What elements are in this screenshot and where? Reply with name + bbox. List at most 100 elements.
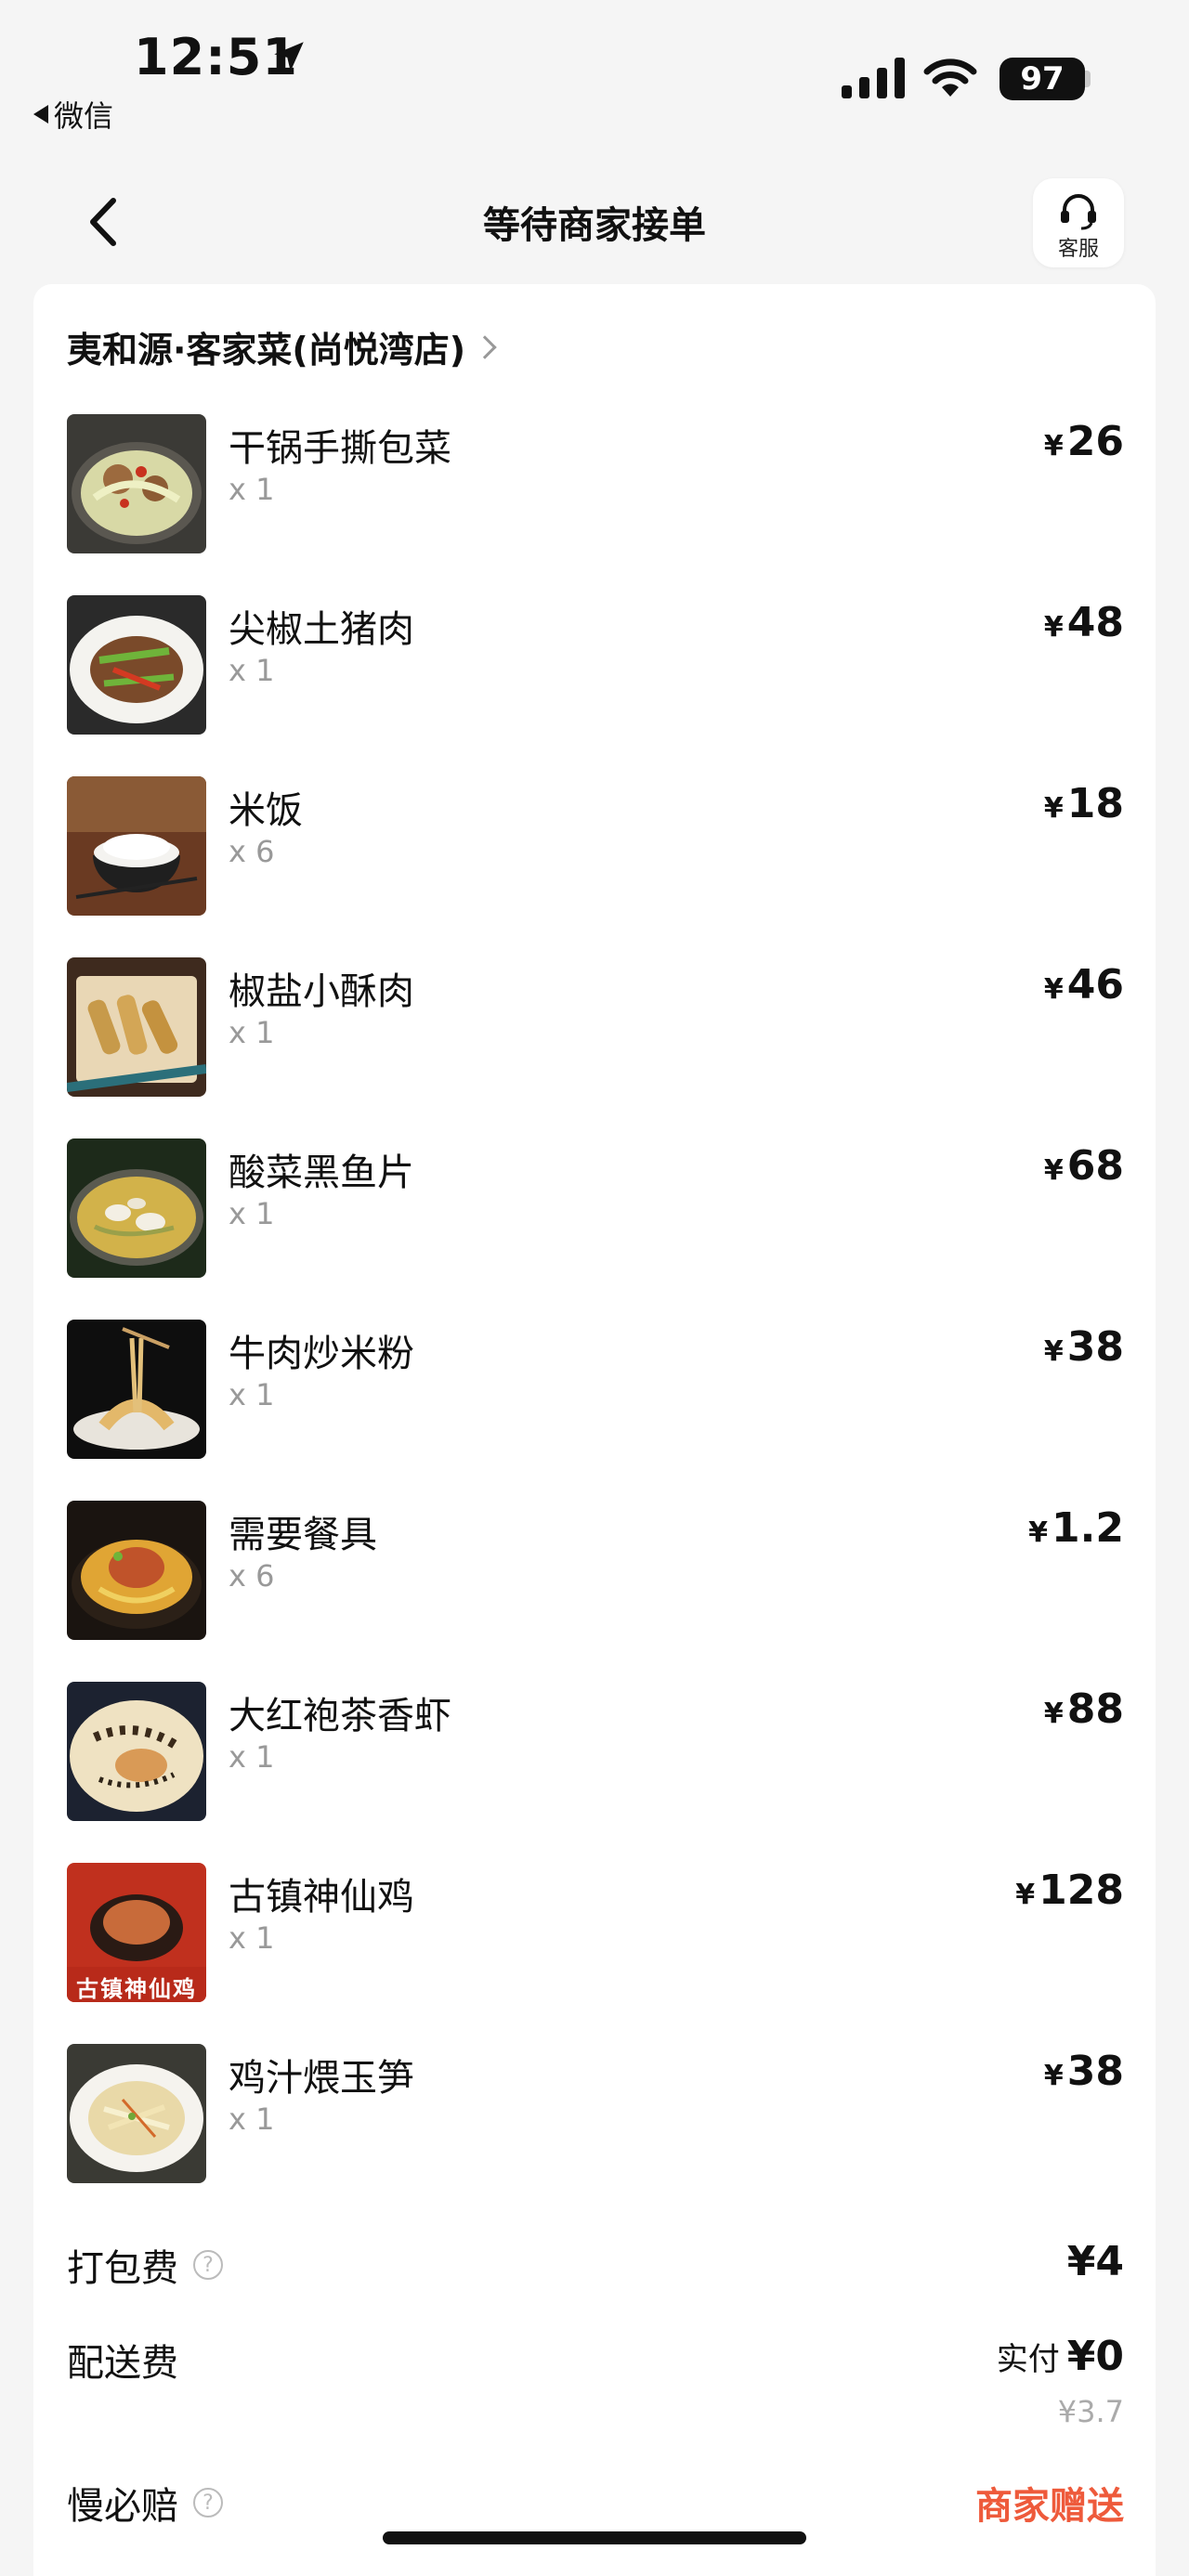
store-name-link[interactable]: 夷和源·客家菜(尚悦湾店) xyxy=(67,321,497,372)
packing-fee-value: ¥4 xyxy=(1066,2238,1124,2285)
item-name: 尖椒土猪肉 xyxy=(229,608,414,651)
item-quantity: x 1 xyxy=(229,1015,275,1050)
item-price: ¥38 xyxy=(1044,1323,1124,1371)
back-chevron-icon[interactable] xyxy=(74,189,130,254)
currency-symbol: ¥ xyxy=(1043,1698,1064,1730)
slow-compensation-label: 慢必赔 xyxy=(67,2485,178,2528)
help-icon[interactable]: ? xyxy=(193,2250,223,2280)
item-price-value: 26 xyxy=(1066,418,1124,465)
location-arrow-icon xyxy=(274,42,304,72)
item-name: 古镇神仙鸡 xyxy=(229,1876,414,1919)
back-triangle-icon xyxy=(33,105,48,124)
item-name: 需要餐具 xyxy=(229,1514,377,1556)
item-price-value: 18 xyxy=(1066,780,1124,827)
tea-shrimp-thumbnail xyxy=(67,1682,206,1821)
item-price: ¥48 xyxy=(1044,599,1124,646)
battery-indicator: 97 xyxy=(1000,58,1085,100)
packing-fee-label: 打包费 xyxy=(67,2247,178,2290)
item-price: ¥128 xyxy=(1015,1867,1124,1914)
item-price-value: 68 xyxy=(1066,1142,1124,1190)
delivery-fee-original: ¥3.7 xyxy=(1057,2394,1124,2429)
delivery-fee-value-group: 实付 ¥0 xyxy=(997,2333,1124,2380)
item-price-value: 38 xyxy=(1066,2048,1124,2095)
order-item: 椒盐小酥肉 x 1 ¥46 xyxy=(67,957,1124,1097)
order-item: 大红袍茶香虾 x 1 ¥88 xyxy=(67,1682,1124,1821)
order-item: 酸菜黑鱼片 x 1 ¥68 xyxy=(67,1138,1124,1278)
thumbnail-banner-text: 古镇神仙鸡 xyxy=(76,1975,197,2002)
item-price-value: 88 xyxy=(1066,1685,1124,1733)
page-title: 等待商家接单 xyxy=(483,204,706,247)
item-price: ¥18 xyxy=(1044,780,1124,827)
item-price: ¥88 xyxy=(1044,1685,1124,1733)
item-price: ¥26 xyxy=(1044,418,1124,465)
item-price-value: 48 xyxy=(1066,599,1124,646)
rice-bowl-thumbnail xyxy=(67,776,206,916)
cabbage-dish-thumbnail xyxy=(67,414,206,553)
status-bar: 12:51 微信 97 xyxy=(0,0,1189,149)
item-quantity: x 1 xyxy=(229,2101,275,2137)
beef-noodles-thumbnail xyxy=(67,1320,206,1459)
slow-compensation-value: 商家赠送 xyxy=(975,2485,1124,2528)
item-price: ¥38 xyxy=(1044,2048,1124,2095)
item-quantity: x 1 xyxy=(229,1739,275,1775)
order-item: 米饭 x 6 ¥18 xyxy=(67,776,1124,916)
item-name: 酸菜黑鱼片 xyxy=(229,1151,414,1194)
order-item: 需要餐具 x 6 ¥1.2 xyxy=(67,1501,1124,1640)
currency-symbol: ¥ xyxy=(1043,430,1064,462)
bamboo-shoot-soup-thumbnail xyxy=(67,2044,206,2183)
currency-symbol: ¥ xyxy=(1043,611,1064,644)
item-price-value: 128 xyxy=(1039,1867,1124,1914)
currency-symbol: ¥ xyxy=(1015,1879,1036,1911)
item-quantity: x 1 xyxy=(229,1377,275,1412)
item-price-value: 38 xyxy=(1066,1323,1124,1371)
pepper-pork-dish-thumbnail xyxy=(67,595,206,735)
battery-tip xyxy=(1085,71,1091,87)
back-app-label: 微信 xyxy=(54,98,114,134)
item-name: 鸡汁煨玉笋 xyxy=(229,2057,414,2100)
item-price: ¥1.2 xyxy=(1028,1504,1124,1552)
packing-fee-row: 打包费 ? ¥4 xyxy=(67,2238,1124,2294)
currency-symbol: ¥ xyxy=(1043,973,1064,1006)
delivery-fee-label: 配送费 xyxy=(67,2342,178,2385)
currency-symbol: ¥ xyxy=(1028,1516,1049,1549)
order-item: 牛肉炒米粉 x 1 ¥38 xyxy=(67,1320,1124,1459)
item-name: 干锅手撕包菜 xyxy=(229,427,451,470)
item-quantity: x 1 xyxy=(229,1920,275,1956)
item-price-value: 1.2 xyxy=(1052,1504,1124,1552)
item-name: 米饭 xyxy=(229,789,303,832)
store-name: 夷和源·客家菜(尚悦湾店) xyxy=(67,330,466,371)
currency-symbol: ¥ xyxy=(1043,2060,1064,2092)
currency-symbol: ¥ xyxy=(1043,1154,1064,1187)
headset-icon xyxy=(1061,194,1096,230)
item-price: ¥46 xyxy=(1044,961,1124,1008)
item-price-value: 46 xyxy=(1066,961,1124,1008)
order-item: 尖椒土猪肉 x 1 ¥48 xyxy=(67,595,1124,735)
home-indicator[interactable] xyxy=(383,2531,806,2544)
slow-compensation-row: 慢必赔 ? 商家赠送 xyxy=(67,2476,1124,2531)
slow-compensation-label-group: 慢必赔 ? xyxy=(67,2476,223,2530)
item-quantity: x 1 xyxy=(229,472,275,507)
order-card: 夷和源·客家菜(尚悦湾店) 干锅手撕包菜 x 1 ¥26 尖椒土猪肉 x 1 ¥… xyxy=(33,284,1156,2576)
item-price: ¥68 xyxy=(1044,1142,1124,1190)
item-name: 大红袍茶香虾 xyxy=(229,1695,451,1737)
order-item: 古镇神仙鸡 古镇神仙鸡 x 1 ¥128 xyxy=(67,1863,1124,2002)
delivery-fee-row: 配送费 实付 ¥0 ¥3.7 xyxy=(67,2333,1124,2435)
help-icon[interactable]: ? xyxy=(193,2488,223,2517)
chevron-right-icon xyxy=(473,334,497,359)
item-quantity: x 1 xyxy=(229,1196,275,1231)
item-name: 牛肉炒米粉 xyxy=(229,1333,414,1375)
back-to-app-link[interactable]: 微信 xyxy=(33,93,113,136)
customer-service-button[interactable]: 客服 xyxy=(1033,178,1124,267)
currency-symbol: ¥ xyxy=(1043,792,1064,825)
fish-soup-thumbnail xyxy=(67,1138,206,1278)
delivery-fee-prefix: 实付 xyxy=(996,2341,1060,2378)
order-item: 干锅手撕包菜 x 1 ¥26 xyxy=(67,414,1124,553)
item-name: 椒盐小酥肉 xyxy=(229,970,414,1013)
item-quantity: x 1 xyxy=(229,653,275,688)
delivery-fee-value: ¥0 xyxy=(1066,2333,1124,2380)
item-quantity: x 6 xyxy=(229,1558,275,1594)
cellular-signal-icon xyxy=(842,58,905,98)
packing-fee-label-group: 打包费 ? xyxy=(67,2238,223,2292)
fried-pork-dish-thumbnail xyxy=(67,957,206,1097)
wifi-icon xyxy=(923,59,977,97)
